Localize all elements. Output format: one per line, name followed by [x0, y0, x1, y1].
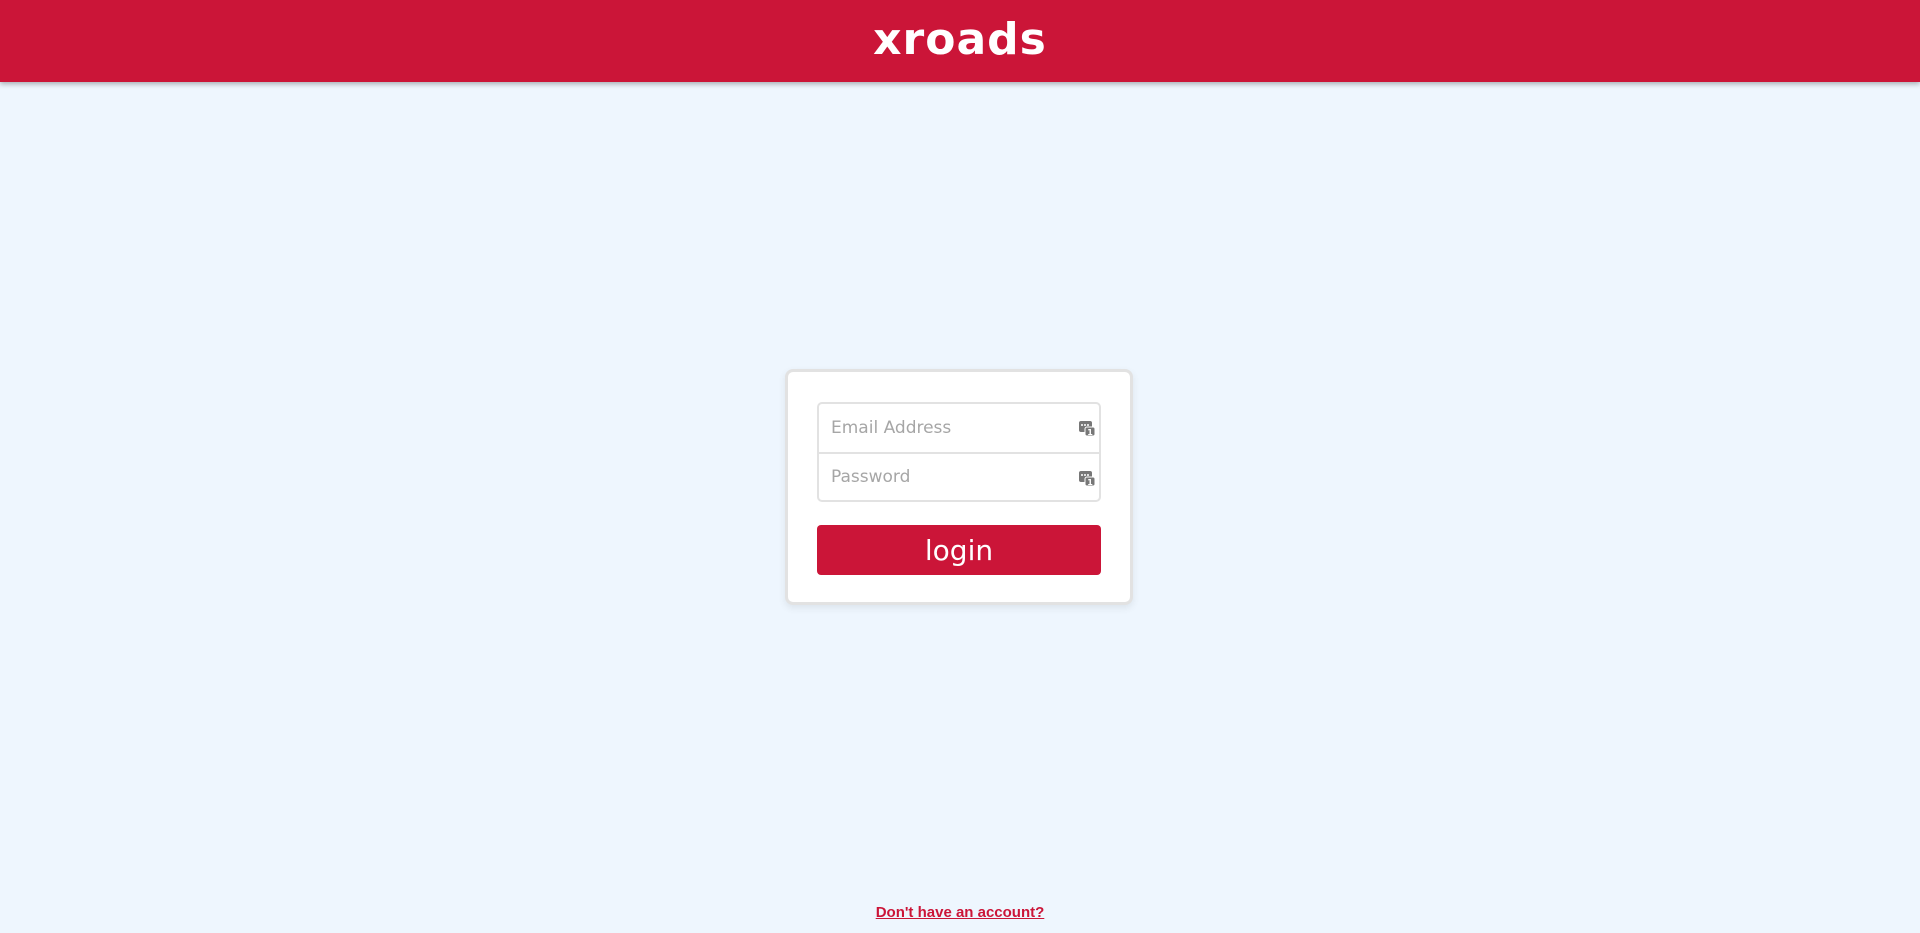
svg-text:1: 1	[1087, 428, 1093, 436]
email-field-wrapper: 1	[819, 404, 1099, 452]
svg-text:1: 1	[1087, 478, 1093, 486]
password-manager-icon[interactable]: 1	[1079, 420, 1095, 436]
password-manager-icon[interactable]: 1	[1079, 470, 1095, 486]
login-card: 1 1 login	[785, 369, 1133, 605]
password-input[interactable]	[819, 454, 1099, 500]
login-fields: 1 1	[817, 402, 1101, 502]
logo: xroads	[873, 13, 1047, 65]
signup-link[interactable]: Don't have an account?	[876, 904, 1045, 921]
signup-container: Don't have an account?	[0, 902, 1920, 921]
password-field-wrapper: 1	[819, 452, 1099, 500]
email-input[interactable]	[819, 404, 1099, 452]
top-header: xroads	[0, 0, 1920, 82]
login-button[interactable]: login	[817, 525, 1101, 575]
